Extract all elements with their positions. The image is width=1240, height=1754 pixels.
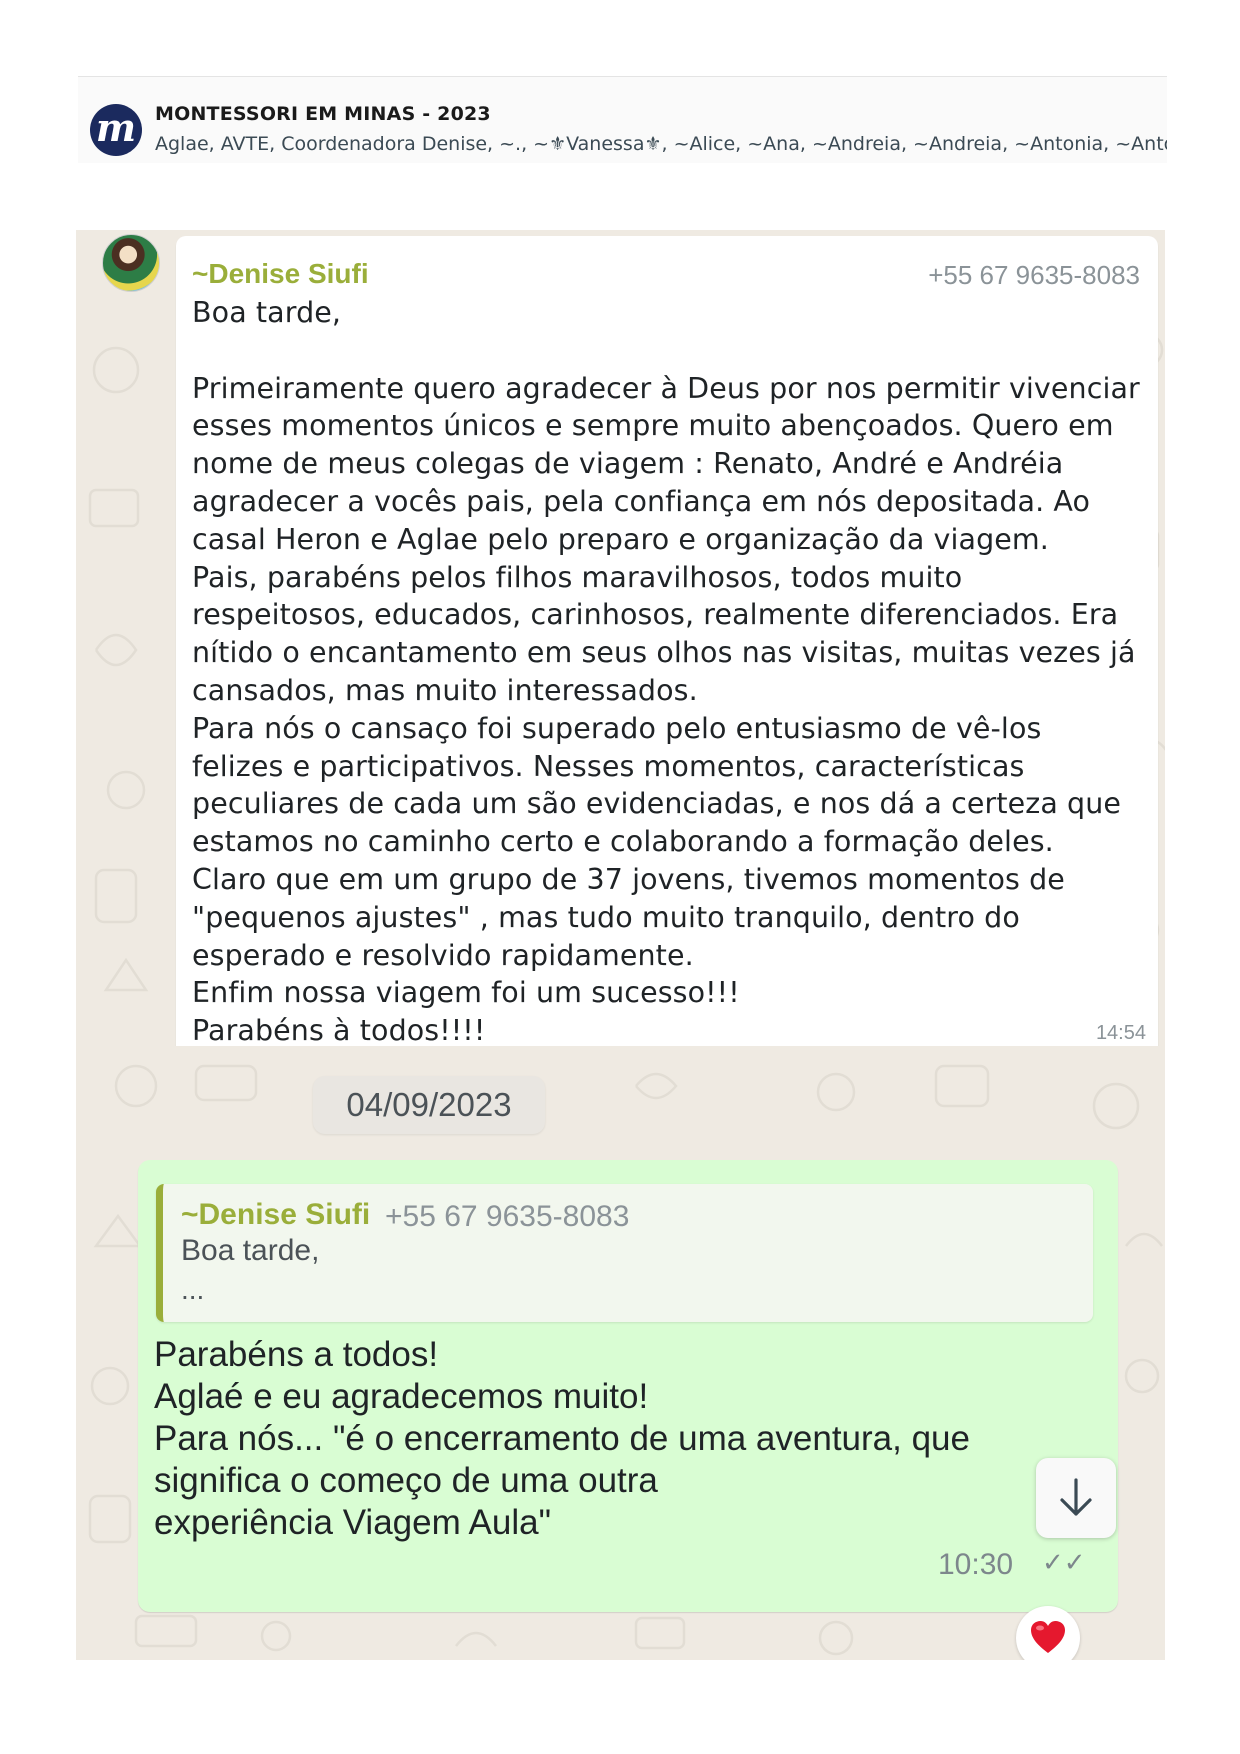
- quoted-text: Boa tarde,: [181, 1234, 320, 1267]
- group-members-list: Aglae, AVTE, Coordenadora Denise, ~., ~⚜…: [155, 133, 1167, 155]
- chat-panel-bottom: 04/09/2023 ~Denise Siufi +55 67 9635-808…: [76, 1046, 1165, 1660]
- message-text: Parabéns a todos! Aglaé e eu agradecemos…: [154, 1335, 970, 1542]
- group-logo[interactable]: m: [90, 104, 142, 156]
- sender-avatar[interactable]: [102, 234, 160, 292]
- message-sender-phone: +55 67 9635-8083: [928, 260, 1140, 290]
- message-timestamp: 10:30: [938, 1548, 1014, 1581]
- arrow-down-icon: [1060, 1478, 1092, 1516]
- heart-icon: [1031, 1621, 1065, 1653]
- message-bubble-outgoing[interactable]: ~Denise Siufi +55 67 9635-8083 Boa tarde…: [138, 1160, 1118, 1612]
- group-name: MONTESSORI EM MINAS - 2023: [155, 103, 491, 125]
- message-sender-name[interactable]: ~Denise Siufi: [192, 258, 369, 290]
- scroll-to-bottom-button[interactable]: [1036, 1458, 1116, 1538]
- chat-panel-top: ~Denise Siufi +55 67 9635-8083 Boa tarde…: [76, 230, 1165, 1046]
- quoted-message[interactable]: ~Denise Siufi +55 67 9635-8083 Boa tarde…: [156, 1184, 1093, 1322]
- message-text: Boa tarde, Primeiramente quero agradecer…: [192, 296, 1140, 1046]
- message-timestamp: 14:54: [1095, 1022, 1146, 1044]
- date-separator: 04/09/2023: [313, 1076, 545, 1134]
- quoted-sender-name: ~Denise Siufi: [181, 1198, 371, 1231]
- quoted-ellipsis: ...: [181, 1274, 205, 1305]
- read-ticks-icon: ✓✓: [1042, 1548, 1086, 1578]
- message-bubble-incoming[interactable]: ~Denise Siufi +55 67 9635-8083 Boa tarde…: [176, 236, 1158, 1046]
- quoted-sender-phone: +55 67 9635-8083: [385, 1200, 630, 1233]
- group-header[interactable]: m MONTESSORI EM MINAS - 2023 Aglae, AVTE…: [78, 76, 1167, 163]
